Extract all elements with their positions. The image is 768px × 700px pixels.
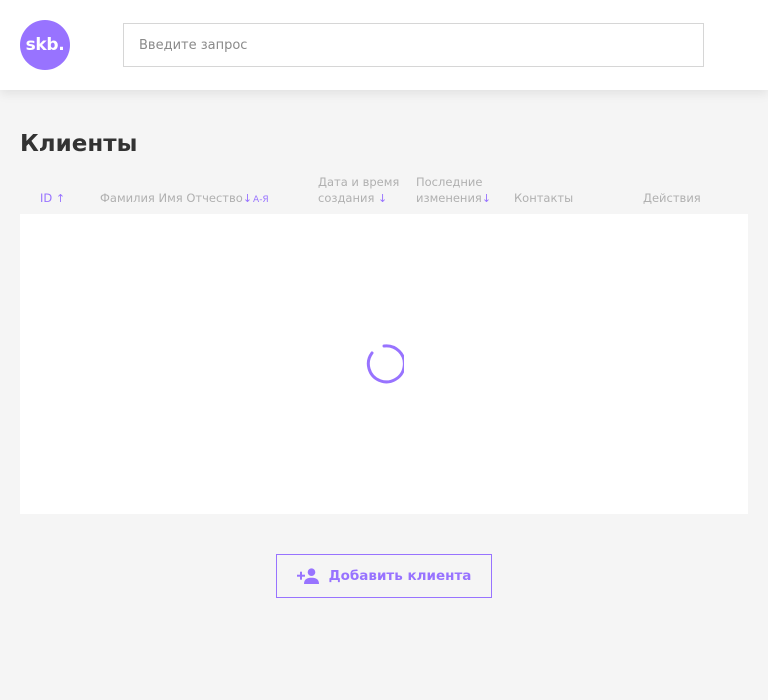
column-contacts: Контакты xyxy=(514,191,574,205)
page-title: Клиенты xyxy=(20,131,138,157)
column-id[interactable]: ID ↑ xyxy=(40,190,65,207)
sort-up-icon: ↑ xyxy=(55,192,66,205)
header: skb. xyxy=(0,0,768,90)
column-updated[interactable]: Последние изменения↓ xyxy=(416,174,491,207)
loading-spinner-icon xyxy=(366,344,404,384)
sort-down-icon: ↓ xyxy=(242,192,253,205)
table-body xyxy=(20,214,748,514)
search-input[interactable] xyxy=(123,23,704,67)
column-actions: Действия xyxy=(643,191,701,205)
column-updated-label-line2: изменения xyxy=(416,191,482,205)
add-client-button[interactable]: Добавить клиента xyxy=(276,554,492,598)
add-client-label: Добавить клиента xyxy=(328,568,472,584)
sort-down-icon: ↓ xyxy=(481,192,492,205)
column-created-label-line1: Дата и время xyxy=(318,175,400,189)
column-id-label: ID xyxy=(40,191,53,205)
column-created[interactable]: Дата и время создания ↓ xyxy=(318,174,399,207)
column-created-label-line2: создания xyxy=(318,191,375,205)
add-user-icon xyxy=(296,568,319,584)
sort-hint: А-Я xyxy=(253,195,269,205)
logo[interactable]: skb. xyxy=(20,20,70,70)
column-fio[interactable]: Фамилия Имя Отчество↓А-Я xyxy=(100,190,269,208)
sort-down-icon: ↓ xyxy=(378,192,388,205)
column-fio-label: Фамилия Имя Отчество xyxy=(100,191,243,205)
column-updated-label-line1: Последние xyxy=(416,175,483,189)
